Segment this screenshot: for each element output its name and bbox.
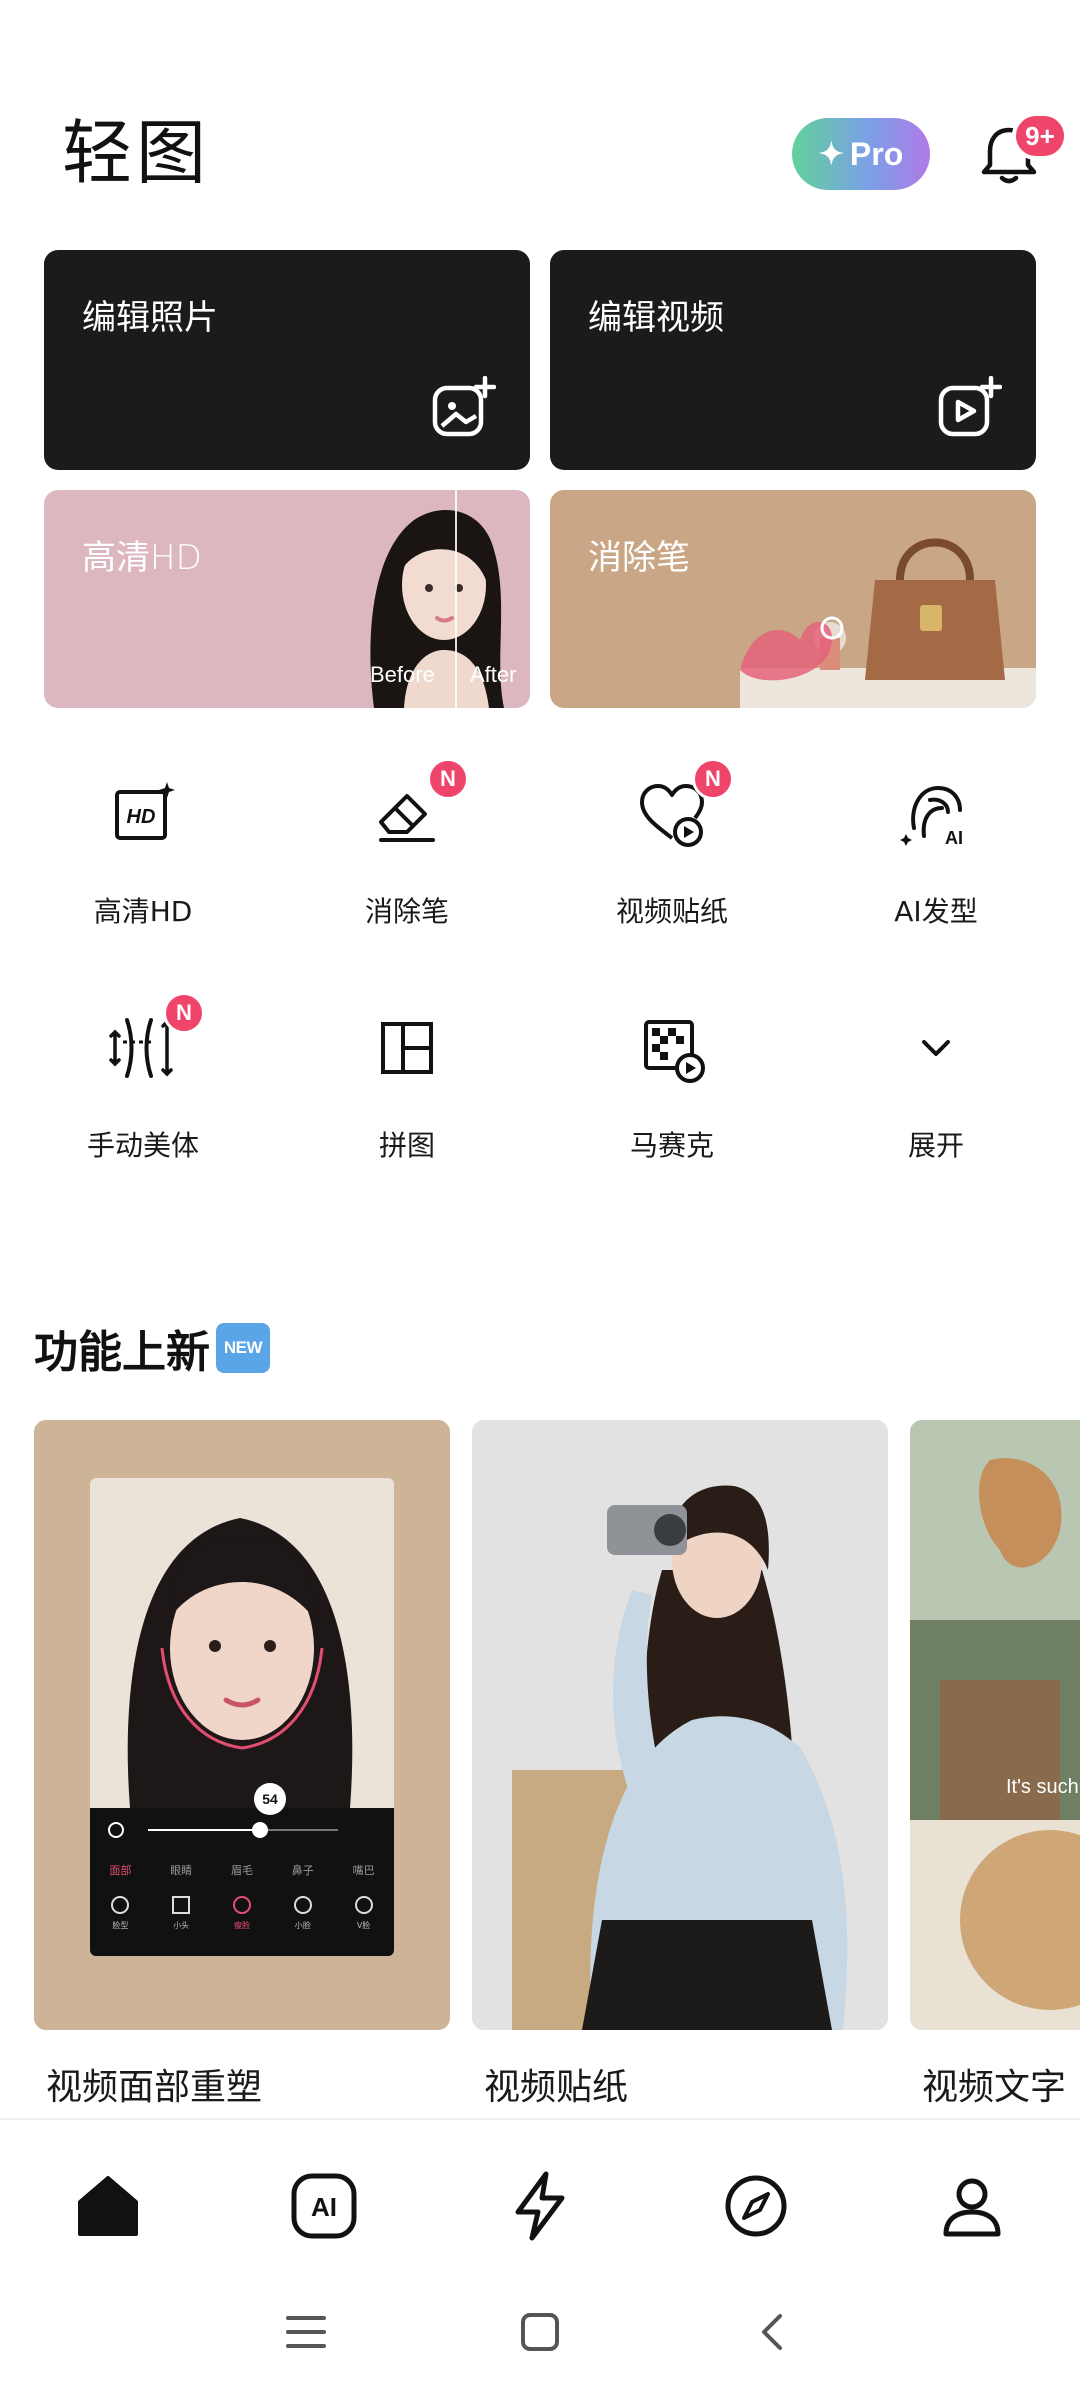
feature-label[interactable]: 视频贴纸 [484, 2058, 628, 2110]
notification-badge: 9+ [1012, 112, 1068, 160]
compass-icon[interactable] [716, 2166, 796, 2246]
feature-card-face-reshape[interactable]: 54 面部 眼睛 眉毛 鼻子 嘴巴 脸型 小头 瘦脸 小脸 V脸 [34, 1420, 450, 2030]
reshape-tool[interactable]: 脸型 [111, 1896, 130, 1931]
reshape-tool[interactable]: 瘦脸 [232, 1896, 251, 1931]
new-tag: NEW [216, 1323, 270, 1373]
feature-card-video-sticker[interactable] [472, 1420, 888, 2030]
tool-circle-icon [232, 1896, 251, 1914]
edit-photo-card[interactable]: 编辑照片 [44, 250, 530, 470]
eraser-card[interactable]: 消除笔 [550, 490, 1036, 708]
ai-hair-icon: AI [900, 785, 963, 848]
chevron-down-icon [922, 1040, 950, 1056]
tool-expand[interactable]: 展开 [836, 1012, 1036, 1164]
reshape-tab[interactable]: 眼睛 [170, 1862, 192, 1878]
pro-button[interactable]: ✦ Pro [792, 118, 930, 190]
tool-circle-icon [293, 1896, 312, 1914]
slider-thumb[interactable] [252, 1822, 268, 1838]
tool-square-icon [172, 1896, 191, 1914]
edit-video-label: 编辑视频 [588, 298, 724, 338]
edit-video-card[interactable]: 编辑视频 [550, 250, 1036, 470]
feature-label[interactable]: 视频面部重塑 [46, 2058, 262, 2110]
tool-video-sticker[interactable]: N 视频贴纸 [572, 758, 772, 930]
compare-icon[interactable] [108, 1822, 124, 1838]
reshape-tools: 脸型 小头 瘦脸 小脸 V脸 [90, 1896, 394, 1931]
overlay-caption: It's such [1006, 1776, 1079, 1798]
tool-label: 高清HD [93, 895, 193, 928]
tool-body-reshape[interactable]: N 手动美体 [43, 992, 243, 1164]
before-label: Before [370, 662, 435, 687]
reshape-tool[interactable]: V脸 [354, 1896, 373, 1931]
menu-icon[interactable] [284, 2310, 328, 2354]
person-icon[interactable] [932, 2166, 1012, 2246]
collage-icon [381, 1022, 433, 1074]
ai-icon[interactable]: AI [284, 2166, 364, 2246]
slider-value: 54 [254, 1783, 286, 1815]
compare-divider[interactable] [455, 490, 457, 708]
reshape-tool-label: 小脸 [294, 1921, 311, 1930]
tool-label: 拼图 [378, 1129, 435, 1162]
new-badge: N [163, 992, 205, 1034]
reshape-tool-label: 小头 [173, 1921, 190, 1930]
after-label: After [470, 662, 517, 687]
tool-label: 手动美体 [86, 1129, 199, 1162]
app-logo: 轻图 [62, 112, 210, 194]
face-photo [90, 1478, 394, 1808]
phone-preview: 54 面部 眼睛 眉毛 鼻子 嘴巴 脸型 小头 瘦脸 小脸 V脸 [90, 1478, 394, 1956]
lightning-icon[interactable] [500, 2166, 580, 2246]
square-icon[interactable] [518, 2310, 562, 2354]
reshape-tool-label: V脸 [356, 1921, 371, 1930]
tool-label: 马赛克 [629, 1129, 714, 1162]
reshape-tool-label: 瘦脸 [233, 1921, 250, 1930]
tool-label: AI发型 [894, 895, 978, 928]
add-video-icon [938, 376, 1002, 437]
tool-label: 视频贴纸 [615, 895, 728, 928]
tool-hd[interactable]: HD 高清HD [43, 778, 243, 930]
new-badge: N [427, 758, 469, 800]
tool-eraser[interactable]: N 消除笔 [307, 758, 507, 930]
reshape-tool[interactable]: 小脸 [293, 1896, 312, 1931]
reshape-tab[interactable]: 面部 [109, 1862, 131, 1878]
section-title-text: 功能上新 [34, 1327, 210, 1378]
tool-mosaic[interactable]: 马赛克 [572, 1012, 772, 1164]
edit-photo-label: 编辑照片 [82, 298, 218, 338]
reshape-tool[interactable]: 小头 [172, 1896, 191, 1931]
system-nav [0, 2280, 1080, 2400]
svg-text:HD: HD [127, 806, 156, 828]
tool-circle-icon [354, 1896, 373, 1914]
tool-circle-icon [111, 1896, 130, 1914]
new-badge: N [692, 758, 734, 800]
tool-ai-hair[interactable]: AI AI发型 [836, 778, 1036, 930]
hd-card[interactable]: 高清HD Before After [44, 490, 530, 708]
mosaic-icon [644, 1020, 705, 1083]
tool-label: 展开 [907, 1129, 964, 1162]
sparkle-icon: ✦ [818, 137, 844, 171]
reshape-tab[interactable]: 鼻子 [292, 1862, 314, 1878]
add-image-icon [432, 376, 496, 437]
eraser-card-label: 消除笔 [588, 538, 690, 578]
back-icon[interactable] [752, 2310, 796, 2354]
reshape-tab[interactable]: 嘴巴 [353, 1862, 375, 1878]
svg-text:AI: AI [945, 828, 963, 848]
feature-card-video-text[interactable]: It's such [910, 1420, 1080, 2030]
hd-icon: HD [115, 782, 175, 840]
handbag-image [740, 538, 1036, 708]
section-title: 功能上新 NEW [34, 1316, 270, 1380]
svg-text:AI: AI [311, 2192, 337, 2222]
feature-label[interactable]: 视频文字 [922, 2058, 1066, 2110]
home-icon[interactable] [68, 2166, 148, 2246]
reshape-tabs: 面部 眼睛 眉毛 鼻子 嘴巴 [90, 1862, 394, 1878]
bottom-nav: AI [0, 2120, 1080, 2300]
woman-camera-photo [472, 1420, 888, 2030]
reshape-tool-label: 脸型 [112, 1921, 129, 1930]
tool-label: 消除笔 [364, 895, 449, 928]
hd-card-label: 高清HD [82, 538, 202, 578]
collage-photo [910, 1420, 1080, 2030]
pro-label: Pro [849, 135, 904, 172]
reshape-tab[interactable]: 眉毛 [231, 1862, 253, 1878]
tool-collage[interactable]: 拼图 [307, 1012, 507, 1164]
slider-fill [148, 1829, 260, 1831]
